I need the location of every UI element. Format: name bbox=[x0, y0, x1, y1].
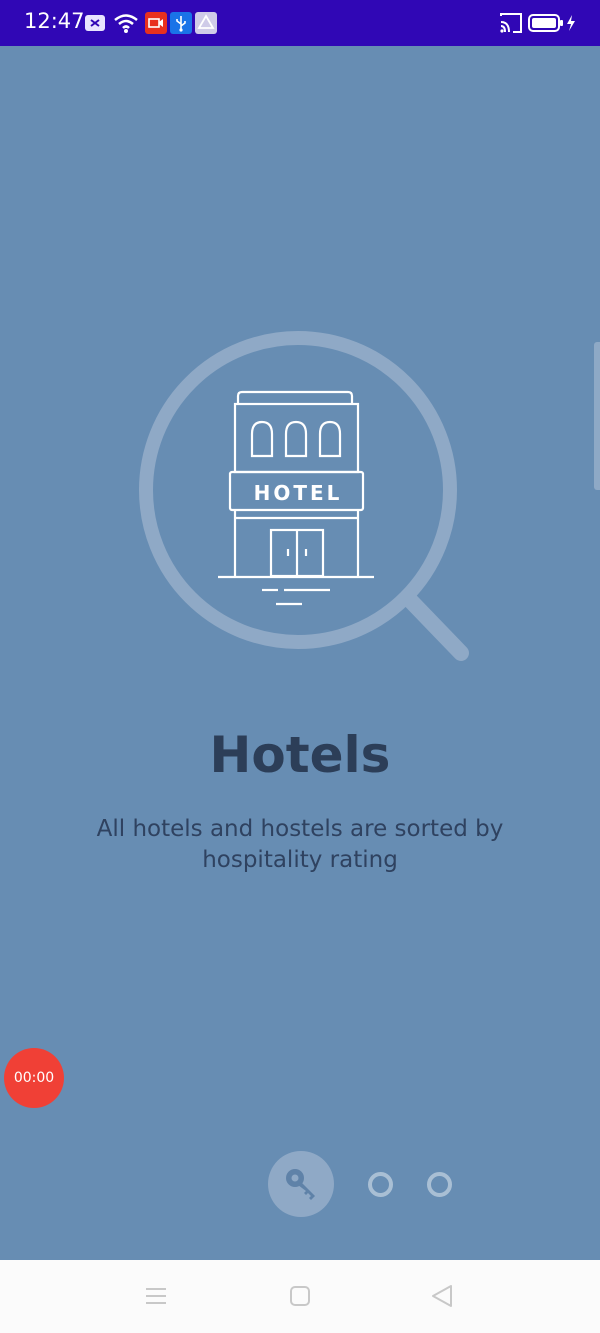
onboarding-description: All hotels and hostels are sorted by hos… bbox=[96, 816, 504, 873]
hotel-search-illustration: HOTEL bbox=[139, 331, 469, 661]
drive-icon bbox=[195, 12, 217, 34]
screen-record-icon bbox=[145, 12, 167, 34]
status-time: 12:47 bbox=[24, 9, 85, 33]
menu-icon[interactable] bbox=[140, 1280, 172, 1312]
charging-icon bbox=[567, 15, 575, 31]
usb-icon bbox=[170, 12, 192, 34]
hotel-sign-text: HOTEL bbox=[254, 481, 343, 505]
page-indicator-dot-2[interactable] bbox=[368, 1172, 393, 1197]
wifi-icon bbox=[114, 14, 138, 33]
status-bar: 12:47 bbox=[0, 0, 600, 46]
battery-icon bbox=[528, 14, 563, 32]
scroll-indicator bbox=[594, 342, 600, 490]
onboarding-title: Hotels bbox=[209, 726, 391, 784]
page-indicator-active[interactable] bbox=[268, 1151, 334, 1217]
onboarding-screen: 12:47 HOTEL Hotels All hotels and hostel… bbox=[0, 0, 600, 1333]
back-icon[interactable] bbox=[426, 1280, 458, 1312]
cast-icon bbox=[500, 13, 522, 33]
page-indicator-dot-3[interactable] bbox=[427, 1172, 452, 1197]
system-nav-bar bbox=[0, 1260, 600, 1333]
notification-icon bbox=[85, 15, 105, 31]
screen-record-timer[interactable]: 00:00 bbox=[4, 1048, 64, 1108]
key-icon bbox=[286, 1169, 315, 1200]
home-icon[interactable] bbox=[284, 1280, 316, 1312]
